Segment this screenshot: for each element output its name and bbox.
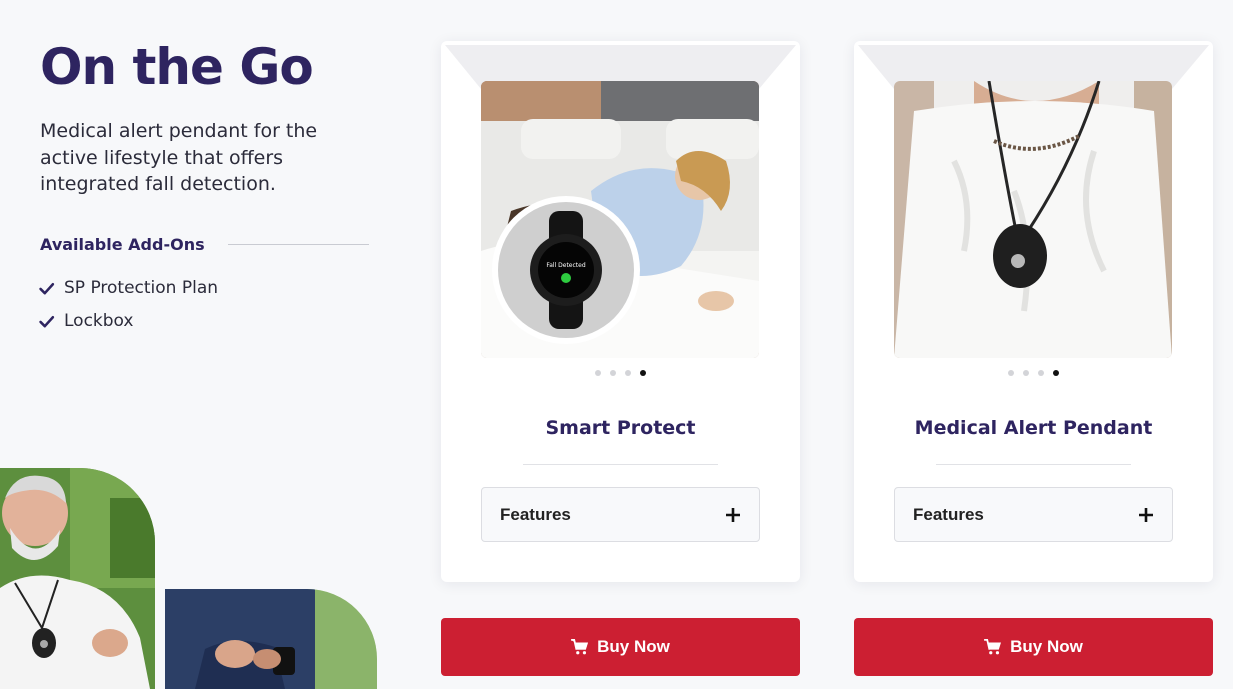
features-label: Features (500, 504, 571, 524)
carousel-dots (854, 370, 1213, 376)
plus-icon (1139, 507, 1153, 522)
addons-divider (228, 244, 369, 245)
features-label: Features (913, 504, 984, 524)
check-icon (39, 282, 55, 294)
product-card-medical-alert-pendant: Medical Alert Pendant Features (854, 41, 1213, 582)
features-accordion[interactable]: Features (481, 487, 760, 542)
buy-now-label: Buy Now (1010, 637, 1083, 656)
plus-icon (726, 507, 740, 522)
page-description: Medical alert pendant for the active lif… (40, 120, 318, 195)
carousel-dot[interactable] (1008, 370, 1014, 376)
product-title: Smart Protect (545, 417, 696, 439)
carousel-dot-active[interactable] (640, 370, 646, 376)
carousel-dot[interactable] (625, 370, 631, 376)
addon-label: SP Protection Plan (64, 278, 219, 298)
lifestyle-photo-hands-watch (165, 589, 377, 689)
addons-heading: Available Add-Ons (40, 235, 205, 254)
buy-now-button-smart-protect[interactable]: Buy Now (441, 618, 800, 676)
carousel-dot[interactable] (1023, 370, 1029, 376)
product-card-smart-protect: Fall Detected Smart Protect Features (441, 41, 800, 582)
carousel-dot[interactable] (610, 370, 616, 376)
page-title: On the Go (40, 38, 314, 96)
product-title: Medical Alert Pendant (914, 417, 1153, 439)
buy-now-label: Buy Now (597, 637, 670, 656)
features-accordion[interactable]: Features (894, 487, 1173, 542)
product-image-smart-protect[interactable]: Fall Detected (481, 81, 759, 358)
watch-screen-text: Fall Detected (546, 262, 586, 269)
addon-label: Lockbox (64, 311, 134, 331)
buy-now-button-medical-alert-pendant[interactable]: Buy Now (854, 618, 1213, 676)
carousel-dot-active[interactable] (1053, 370, 1059, 376)
carousel-dot[interactable] (595, 370, 601, 376)
cart-icon (984, 639, 1002, 655)
carousel-dot[interactable] (1038, 370, 1044, 376)
card-divider (523, 464, 718, 465)
addon-item-lockbox: Lockbox (38, 311, 134, 331)
carousel-dots (441, 370, 800, 376)
lifestyle-photo-man-pendant (0, 468, 155, 689)
card-divider (936, 464, 1131, 465)
addon-item-protection-plan: SP Protection Plan (38, 278, 218, 298)
cart-icon (571, 639, 589, 655)
product-section: On the Go Medical alert pendant for the … (0, 0, 1233, 689)
product-image-medical-alert-pendant[interactable] (894, 81, 1172, 358)
check-icon (39, 315, 55, 327)
